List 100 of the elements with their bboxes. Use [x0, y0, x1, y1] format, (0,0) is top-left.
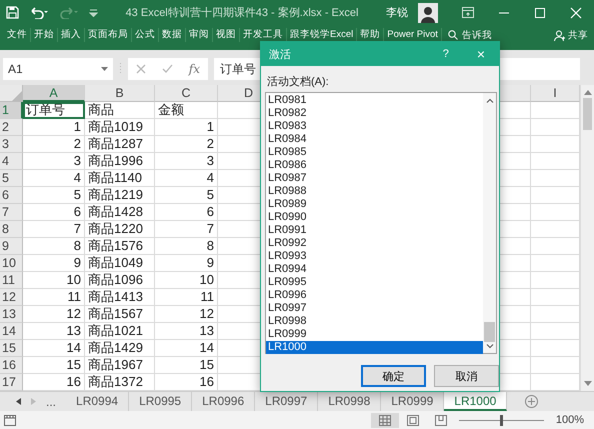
table-cell[interactable]: 11: [23, 289, 85, 306]
column-header[interactable]: B: [85, 85, 155, 102]
table-cell[interactable]: 6: [23, 204, 85, 221]
row-header[interactable]: 13: [0, 306, 23, 323]
list-item[interactable]: LR0987: [266, 172, 483, 185]
list-item[interactable]: LR0995: [266, 276, 483, 289]
row-header[interactable]: 14: [0, 323, 23, 340]
customize-caret-icon[interactable]: [89, 8, 98, 16]
close-icon[interactable]: [570, 6, 582, 18]
column-header[interactable]: C: [155, 85, 218, 102]
avatar-icon[interactable]: [418, 2, 438, 22]
table-cell[interactable]: 4: [155, 170, 218, 187]
list-item[interactable]: LR0994: [266, 263, 483, 276]
row-header[interactable]: 11: [0, 272, 23, 289]
row-header[interactable]: 4: [0, 153, 23, 170]
sheet-tab[interactable]: LR1000: [444, 392, 508, 411]
document-list[interactable]: LR0981 LR0982 LR0983 LR0984 LR0985 LR0986 LR0987 LR0988 LR0989 LR0990 LR0991 LR0992 LR0993 LR0994 LR0995 LR0996 LR0997 LR0998 LR0999 LR1000: [265, 92, 497, 354]
list-item[interactable]: LR0983: [266, 120, 483, 133]
list-item[interactable]: LR0985: [266, 146, 483, 159]
table-cell[interactable]: 商品1049: [85, 255, 155, 272]
list-item[interactable]: LR0988: [266, 185, 483, 198]
page-layout-icon[interactable]: [406, 414, 419, 426]
ribbon-tab[interactable]: 审阅: [186, 28, 213, 42]
table-cell[interactable]: 商品1428: [85, 204, 155, 221]
table-cell[interactable]: 订单号: [23, 102, 85, 119]
table-cell[interactable]: 1: [23, 119, 85, 136]
row-header[interactable]: 9: [0, 238, 23, 255]
chevron-down-icon[interactable]: [486, 344, 494, 349]
share-button[interactable]: 共享: [568, 28, 588, 42]
table-cell[interactable]: 10: [155, 272, 218, 289]
chevron-up-icon[interactable]: [486, 98, 494, 103]
ribbon-display-icon[interactable]: [462, 7, 474, 18]
table-cell[interactable]: 12: [23, 306, 85, 323]
table-cell[interactable]: 5: [23, 187, 85, 204]
table-cell[interactable]: 商品1429: [85, 340, 155, 357]
table-cell[interactable]: 5: [155, 187, 218, 204]
column-header[interactable]: I: [531, 85, 580, 102]
macro-record-icon[interactable]: [4, 414, 16, 426]
list-item[interactable]: LR0984: [266, 133, 483, 146]
row-header[interactable]: 12: [0, 289, 23, 306]
table-cell[interactable]: 10: [23, 272, 85, 289]
ribbon-tab[interactable]: 文件: [4, 28, 31, 42]
cancel-icon[interactable]: [136, 64, 146, 74]
row-header[interactable]: 3: [0, 136, 23, 153]
table-cell[interactable]: 15: [23, 357, 85, 374]
row-header[interactable]: 7: [0, 204, 23, 221]
table-cell[interactable]: 商品1021: [85, 323, 155, 340]
table-cell[interactable]: 商品1220: [85, 221, 155, 238]
table-cell[interactable]: 6: [155, 204, 218, 221]
table-cell[interactable]: 商品1287: [85, 136, 155, 153]
table-cell[interactable]: 商品1413: [85, 289, 155, 306]
table-cell[interactable]: 8: [23, 238, 85, 255]
table-cell[interactable]: 4: [23, 170, 85, 187]
table-cell[interactable]: 商品1219: [85, 187, 155, 204]
table-cell[interactable]: 商品1567: [85, 306, 155, 323]
ribbon-tab[interactable]: 插入: [58, 28, 85, 42]
person-icon[interactable]: [554, 30, 565, 40]
table-cell[interactable]: 13: [155, 323, 218, 340]
row-header[interactable]: 17: [0, 374, 23, 391]
ribbon-tab[interactable]: 视图: [213, 28, 240, 42]
row-header[interactable]: 2: [0, 119, 23, 136]
row-header[interactable]: 15: [0, 340, 23, 357]
table-cell[interactable]: 商品1140: [85, 170, 155, 187]
row-header[interactable]: 5: [0, 170, 23, 187]
check-icon[interactable]: [162, 64, 173, 74]
table-cell[interactable]: 7: [23, 221, 85, 238]
table-cell[interactable]: 金额: [155, 102, 218, 119]
row-header[interactable]: 16: [0, 357, 23, 374]
list-item[interactable]: LR1000: [266, 341, 483, 354]
row-header[interactable]: 10: [0, 255, 23, 272]
save-icon[interactable]: [6, 6, 19, 19]
table-cell[interactable]: 2: [23, 136, 85, 153]
add-sheet-icon[interactable]: [525, 395, 538, 408]
table-cell[interactable]: 商品1967: [85, 357, 155, 374]
table-cell[interactable]: 11: [155, 289, 218, 306]
tell-me-link[interactable]: 告诉我: [462, 28, 492, 42]
ribbon-tab[interactable]: 数据: [159, 28, 186, 42]
table-cell[interactable]: 12: [155, 306, 218, 323]
more-sheets-button[interactable]: ...: [46, 394, 56, 408]
table-cell[interactable]: 商品1019: [85, 119, 155, 136]
list-item[interactable]: LR0989: [266, 198, 483, 211]
scrollbar-thumb[interactable]: [484, 322, 495, 342]
column-header[interactable]: A: [23, 85, 85, 102]
zoom-slider-thumb[interactable]: [500, 414, 503, 426]
table-cell[interactable]: 13: [23, 323, 85, 340]
list-item[interactable]: LR0992: [266, 237, 483, 250]
table-cell[interactable]: 7: [155, 221, 218, 238]
table-cell[interactable]: 1: [155, 119, 218, 136]
next-sheet-icon[interactable]: [31, 398, 36, 405]
table-cell[interactable]: 商品1096: [85, 272, 155, 289]
row-header[interactable]: 1: [0, 102, 23, 119]
table-cell[interactable]: 商品1576: [85, 238, 155, 255]
row-header[interactable]: 8: [0, 221, 23, 238]
table-cell[interactable]: 8: [155, 238, 218, 255]
scroll-up-icon[interactable]: [584, 89, 592, 95]
name-box[interactable]: A1: [3, 58, 113, 80]
search-icon[interactable]: [448, 30, 458, 40]
dialog-button[interactable]: 取消: [434, 365, 499, 387]
vertical-scrollbar[interactable]: [580, 85, 594, 391]
table-cell[interactable]: 商品: [85, 102, 155, 119]
